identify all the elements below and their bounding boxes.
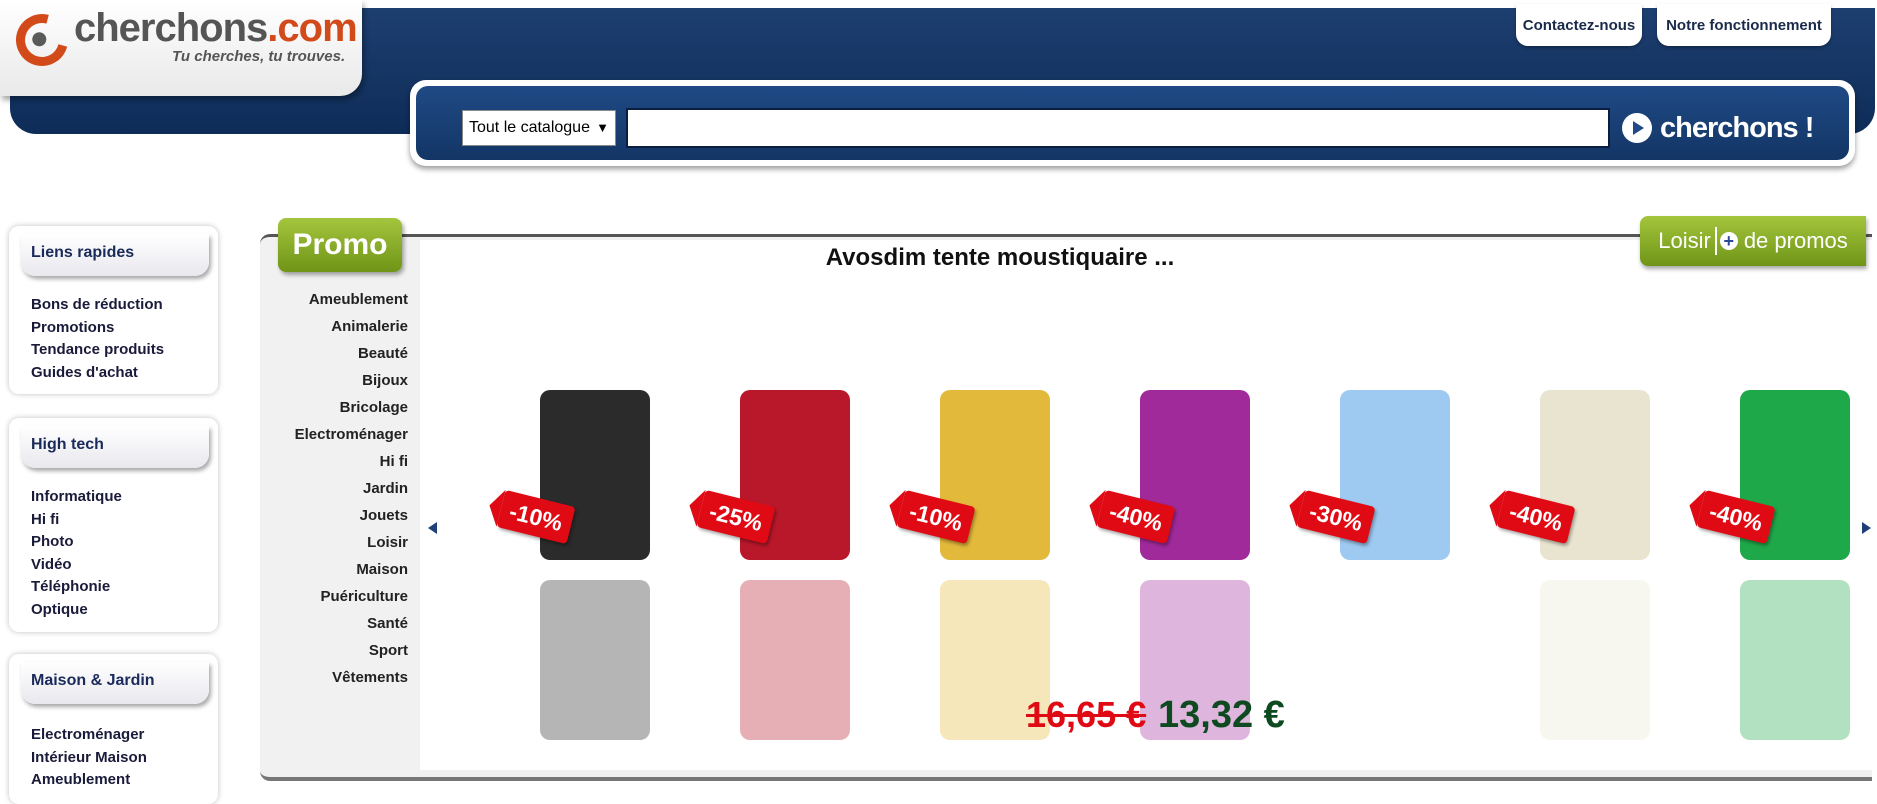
sidebar-item[interactable]: Ameublement [31, 769, 147, 792]
promo-product-card[interactable]: -30% [1296, 380, 1480, 760]
search-bar: Tout le catalogue ▼ cherchons ! [410, 80, 1855, 166]
sidebar-item[interactable]: Photo [31, 531, 122, 554]
category-select[interactable]: Tout le catalogue ▼ [462, 110, 616, 146]
plus-icon: + [1719, 232, 1738, 250]
contact-link[interactable]: Contactez-nous [1516, 4, 1642, 46]
search-button[interactable]: cherchons ! [1622, 108, 1814, 148]
logo-tagline: Tu cherches, tu trouves. [172, 48, 346, 65]
more-promos-category: Loisir [1658, 228, 1711, 253]
product-reflection [1740, 580, 1850, 740]
promo-category-item[interactable]: Bricolage [270, 396, 408, 423]
promo-tab: Promo [278, 218, 402, 272]
play-icon [1622, 113, 1652, 143]
promo-category-item[interactable]: Jouets [270, 504, 408, 531]
product-reflection [740, 580, 850, 740]
promo-category-item[interactable]: Sport [270, 639, 408, 666]
search-button-label: cherchons ! [1660, 111, 1814, 144]
more-promos-button[interactable]: Loisir + de promos [1640, 216, 1866, 266]
sidebar-item[interactable]: Optique [31, 599, 122, 622]
sidebar-list: Informatique Hi fi Photo Vidéo Téléphoni… [31, 486, 122, 621]
promo-category-item[interactable]: Vêtements [270, 666, 408, 693]
price-discounted: 13,32 € [1158, 694, 1285, 736]
promo-product-title[interactable]: Avosdim tente moustiquaire ... [720, 244, 1280, 272]
promo-category-item[interactable]: Bijoux [270, 369, 408, 396]
promo-product-card[interactable]: -25% [696, 380, 880, 760]
chevron-down-icon: ▼ [596, 120, 609, 135]
promo-product-card[interactable]: -40% [1496, 380, 1680, 760]
promo-category-item[interactable]: Santé [270, 612, 408, 639]
sidebar-item[interactable]: Electroménager [31, 724, 147, 747]
search-input[interactable] [626, 108, 1610, 148]
sidebar-item[interactable]: Hi fi [31, 509, 122, 532]
promo-category-item[interactable]: Jardin [270, 477, 408, 504]
search-bar-inner: Tout le catalogue ▼ cherchons ! [416, 86, 1849, 160]
promo-category-item[interactable]: Loisir [270, 531, 408, 558]
product-reflection [540, 580, 650, 740]
how-it-works-link[interactable]: Notre fonctionnement [1657, 4, 1831, 46]
promo-product-card[interactable]: -40% [1696, 380, 1877, 760]
promo-category-item[interactable]: Electroménager [270, 423, 408, 450]
sidebar-title: High tech [21, 426, 209, 468]
sidebar-title: Maison & Jardin [21, 662, 209, 704]
promo-category-item[interactable]: Puériculture [270, 585, 408, 612]
sidebar-box-high-tech: High tech Informatique Hi fi Photo Vidéo… [9, 418, 218, 632]
sidebar-item[interactable]: Tendance produits [31, 339, 164, 362]
sidebar-item[interactable]: Vidéo [31, 554, 122, 577]
sidebar-title: Liens rapides [21, 234, 209, 276]
sidebar-item[interactable]: Intérieur Maison [31, 747, 147, 770]
logo-wordmark: cherchons.com [74, 6, 358, 50]
divider [1714, 227, 1717, 255]
promo-product-card[interactable]: -10% [496, 380, 680, 760]
promo-category-list: Ameublement Animalerie Beauté Bijoux Bri… [270, 288, 408, 693]
sidebar-item[interactable]: Bons de réduction [31, 294, 164, 317]
sidebar-item[interactable]: Téléphonie [31, 576, 122, 599]
sidebar-box-maison-jardin: Maison & Jardin Electroménager Intérieur… [9, 654, 218, 804]
sidebar-box-quick-links: Liens rapides Bons de réduction Promotio… [9, 226, 218, 394]
sidebar-list: Electroménager Intérieur Maison Ameublem… [31, 724, 147, 792]
site-logo[interactable]: cherchons.com Tu cherches, tu trouves. [0, 0, 362, 96]
promo-category-item[interactable]: Beauté [270, 342, 408, 369]
more-promos-label: de promos [1743, 228, 1848, 253]
sidebar-list: Bons de réduction Promotions Tendance pr… [31, 294, 164, 384]
promo-category-item[interactable]: Ameublement [270, 288, 408, 315]
category-select-value: Tout le catalogue [469, 119, 590, 136]
carousel-prev-arrow-icon[interactable] [428, 522, 437, 534]
price-original: 16,65 € [1026, 694, 1147, 735]
product-reflection [1540, 580, 1650, 740]
sidebar-item[interactable]: Informatique [31, 486, 122, 509]
promo-category-item[interactable]: Maison [270, 558, 408, 585]
sidebar-item[interactable]: Guides d'achat [31, 362, 164, 385]
logo-c-icon [6, 4, 78, 76]
sidebar-item[interactable]: Promotions [31, 317, 164, 340]
promo-category-item[interactable]: Hi fi [270, 450, 408, 477]
promo-category-item[interactable]: Animalerie [270, 315, 408, 342]
